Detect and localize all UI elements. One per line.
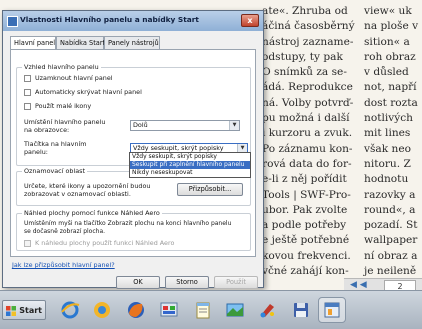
page-navigation: ◀ ◀ 2 <box>344 278 422 290</box>
aero-text-line2: se dočasně zobrazí plocha. <box>24 228 106 235</box>
lock-taskbar-label: Uzamknout hlavní panel <box>35 74 113 82</box>
article-line: mit lines <box>364 127 411 140</box>
article-line: na ploše v <box>364 20 419 33</box>
paint-icon[interactable] <box>254 297 282 323</box>
save-disk-icon[interactable] <box>287 297 315 323</box>
taskbar: Start <box>0 290 422 329</box>
active-window-icon[interactable] <box>318 297 346 323</box>
article-line: O snímků za se- <box>262 66 347 79</box>
taskbar-properties-dialog: Vlastnosti Hlavního panelu a nabídky Sta… <box>2 10 264 289</box>
autohide-checkbox[interactable] <box>24 89 31 96</box>
firefox-icon[interactable] <box>122 297 150 323</box>
article-line: wallpaper <box>364 234 418 247</box>
article-line: pu možná i další <box>262 112 350 125</box>
article-line: včné zahájí kon- <box>262 265 349 278</box>
position-label-line2: na obrazovce: <box>24 126 70 134</box>
ok-button[interactable]: OK <box>116 276 160 289</box>
lock-taskbar-checkbox[interactable] <box>24 75 31 82</box>
notification-group-title: Oznamovací oblast <box>22 167 87 175</box>
aero-peek-group: Náhled plochy pomocí funkce Náhled Aero … <box>16 209 251 251</box>
article-line: sition« a <box>364 35 410 48</box>
dropdown-option-highlighted[interactable]: Seskupit při zaplnění hlavního panelu <box>130 161 250 169</box>
article-line: ádá. Reprodukce <box>262 81 353 94</box>
aero-text-line1: Umístěním myši na tlačítko Zobrazit ploc… <box>24 220 232 227</box>
cancel-button[interactable]: Storno <box>165 276 209 289</box>
close-button[interactable]: x <box>241 14 259 27</box>
article-line: však neo <box>364 142 411 155</box>
dialog-title: Vlastnosti Hlavního panelu a nabídky Sta… <box>20 15 199 24</box>
explorer-folder-icon[interactable] <box>88 297 116 323</box>
article-line: Tools | SWF-Pro- <box>262 188 351 201</box>
grouping-select-value: Vždy seskupit, skrýt popisky <box>133 144 224 152</box>
notification-text-line1: Určete, které ikony a upozornění budou <box>24 182 151 190</box>
help-link[interactable]: Jak lze přizpůsobit hlavní panel? <box>12 261 115 269</box>
article-line: pozadí. St <box>364 219 418 232</box>
page-nav-arrows[interactable]: ◀ ◀ <box>350 280 367 290</box>
windows-logo-icon <box>6 306 16 316</box>
aero-group-title: Náhled plochy pomocí funkce Náhled Aero <box>22 209 162 217</box>
article-line: ná. Volby potvrď- <box>262 96 354 109</box>
buttons-label-line2: panelu: <box>24 148 48 156</box>
position-select[interactable]: Dolů ▼ <box>130 120 240 131</box>
small-icons-checkbox[interactable] <box>24 103 31 110</box>
start-button[interactable]: Start <box>2 300 46 320</box>
small-icons-label: Použít malé ikony <box>35 102 92 110</box>
article-line: Po záznamu kon- <box>262 142 353 155</box>
article-line: view« uk <box>364 5 412 17</box>
position-label-line1: Umístění hlavního panelu <box>24 118 106 126</box>
article-line: nitoru. Z <box>364 157 411 170</box>
article-line: rová data do for- <box>262 157 352 170</box>
article-line: round«, a <box>364 203 416 216</box>
appearance-group-title: Vzhled hlavního panelu <box>22 63 101 71</box>
tab-taskbar[interactable]: Hlavní panel <box>10 36 56 50</box>
aero-peek-checkbox[interactable] <box>24 240 31 247</box>
dropdown-option[interactable]: Nikdy neseskupovat <box>130 169 250 177</box>
article-line: not, napří <box>364 81 417 94</box>
article-line: hodnotu <box>364 173 409 186</box>
article-column-2: view« uk na ploše v sition« a roh obraz v dů… <box>364 4 422 279</box>
article-line: a podle potřeby <box>262 219 347 232</box>
article-line: kovou frekvenci. <box>262 249 351 262</box>
article-line: e-li z něj pořídit <box>262 173 347 186</box>
image-viewer-icon[interactable] <box>221 297 249 323</box>
position-select-value: Dolů <box>133 121 148 129</box>
page-number[interactable]: 2 <box>384 280 416 290</box>
start-label: Start <box>19 306 42 315</box>
window-icon <box>7 16 18 27</box>
article-line: dost rozta <box>364 96 418 109</box>
article-line: e ještě potřebné <box>262 234 350 247</box>
article-line: ate«. Zhruba od <box>262 5 348 17</box>
article-line: v důsled <box>364 66 409 79</box>
article-line: odstupy, ty pak <box>262 50 343 63</box>
apply-button[interactable]: Použít <box>214 276 258 289</box>
article-line: notlivých <box>364 112 413 125</box>
article-line: ubor. Pak zvolte <box>262 203 348 216</box>
dialog-titlebar[interactable]: Vlastnosti Hlavního panelu a nabídky Sta… <box>3 11 263 31</box>
aero-peek-label: K náhledu plochy použít funkci Náhled Ae… <box>35 239 175 247</box>
article-line: áčiná časosběrný <box>262 20 355 33</box>
article-line: razovky a <box>364 188 416 201</box>
internet-explorer-icon[interactable] <box>56 297 84 323</box>
notification-text-line2: zobrazovat v oznamovací oblasti. <box>24 190 131 198</box>
tab-panel: Vzhled hlavního panelu Uzamknout hlavní … <box>10 49 256 257</box>
buttons-label-line1: Tlačítka na hlavním <box>24 140 87 148</box>
grouping-dropdown-list: Vždy seskupit, skrýt popisky Seskupit př… <box>129 152 251 178</box>
tab-start-menu[interactable]: Nabídka Start <box>56 36 105 49</box>
control-panel-icon[interactable] <box>155 297 183 323</box>
article-line: nástroj zazname- <box>262 35 354 48</box>
article-column-1: ate«. Zhruba od áčiná časosběrný nástroj z… <box>262 4 355 279</box>
article-line: ní obraz a <box>364 249 418 262</box>
notepad-icon[interactable] <box>189 297 217 323</box>
article-line: roh obraz <box>364 50 416 63</box>
autohide-label: Automaticky skrývat hlavní panel <box>35 88 142 96</box>
article-line: i kurzoru a zvuk. <box>262 127 353 140</box>
customize-button[interactable]: Přizpůsobit... <box>177 183 243 196</box>
dropdown-option[interactable]: Vždy seskupit, skrýt popisky <box>130 153 250 161</box>
tab-toolbars[interactable]: Panely nástrojů <box>104 36 160 49</box>
chevron-down-icon: ▼ <box>229 121 239 130</box>
